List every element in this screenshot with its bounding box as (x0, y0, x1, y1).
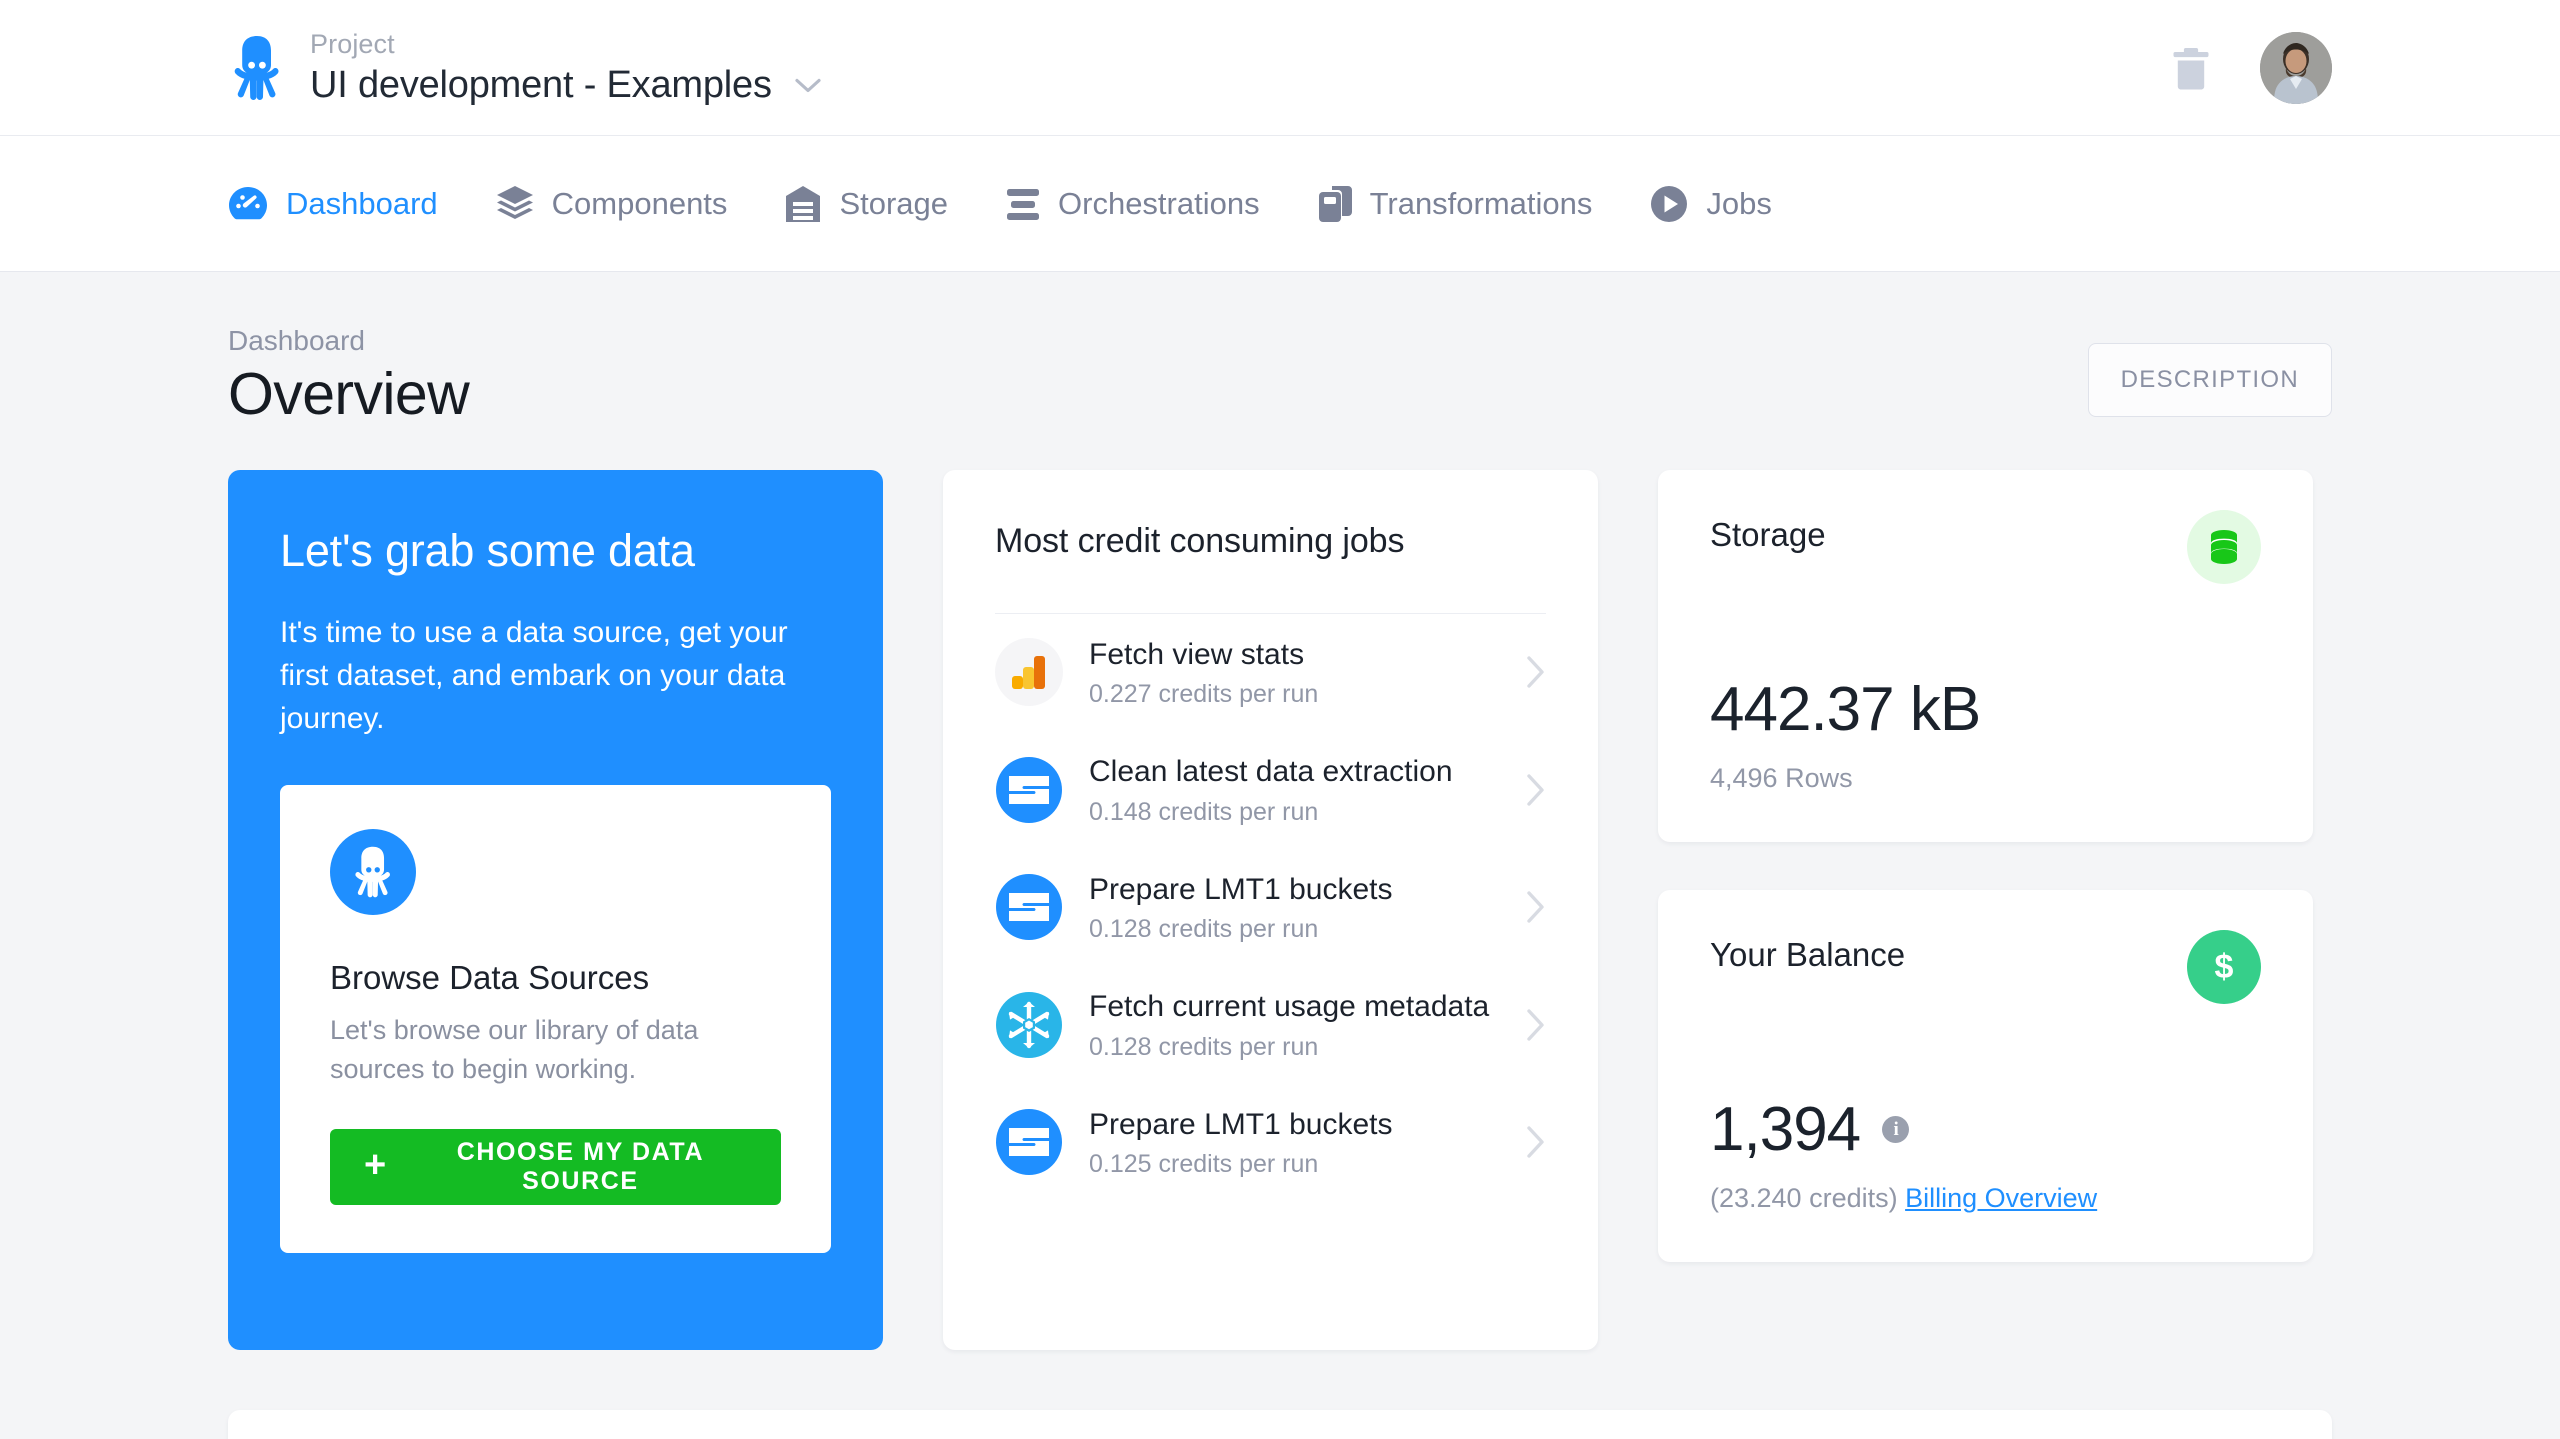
plus-icon: + (364, 1144, 388, 1187)
job-credits: 0.148 credits per run (1089, 797, 1319, 826)
nav-label-jobs: Jobs (1706, 185, 1772, 221)
storage-rows: 4,496 Rows (1710, 762, 1853, 793)
job-row[interactable]: Prepare LMT1 buckets 0.125 credits per r… (995, 1084, 1546, 1202)
balance-label: Your Balance (1710, 935, 1906, 973)
description-button[interactable]: DESCRIPTION (2087, 343, 2332, 417)
top-bar: Project UI development - Examples (0, 0, 2560, 136)
browse-title: Browse Data Sources (330, 958, 650, 996)
chevron-right-icon[interactable] (1526, 1125, 1546, 1159)
choose-my-data-source-button[interactable]: + CHOOSE MY DATA SOURCE (330, 1129, 781, 1206)
svg-text:$: $ (2215, 948, 2234, 986)
job-name: Prepare LMT1 buckets (1089, 872, 1393, 906)
gauge-icon (228, 186, 268, 222)
layers-icon (496, 185, 534, 223)
list-icon (1006, 187, 1040, 221)
warehouse-icon (785, 185, 821, 223)
billing-overview-link[interactable]: Billing Overview (1905, 1183, 2097, 1213)
storage-value: 442.37 kB (1710, 674, 1981, 744)
balance-credits: (23.240 credits) (1710, 1182, 1898, 1213)
nav-label-dashboard: Dashboard (286, 185, 438, 221)
breadcrumb: Dashboard (228, 325, 365, 356)
nav-item-transformations[interactable]: Transformations (1318, 185, 1593, 223)
project-kicker: Project (310, 28, 395, 59)
dashboard-grid: Let's grab some data It's time to use a … (228, 469, 2332, 1350)
job-name: Clean latest data extraction (1089, 755, 1453, 789)
bottom-card-peek (228, 1409, 2332, 1439)
google-analytics-icon (995, 638, 1063, 707)
trash-icon[interactable] (2172, 46, 2210, 90)
nav-label-transformations: Transformations (1369, 185, 1593, 221)
nav-item-jobs[interactable]: Jobs (1650, 185, 1772, 223)
play-circle-icon (1650, 185, 1688, 223)
job-row[interactable]: Clean latest data extraction 0.148 credi… (995, 731, 1546, 849)
page-header: Dashboard Overview DESCRIPTION (228, 272, 2332, 427)
job-name: Fetch view stats (1089, 637, 1305, 671)
page-content: Dashboard Overview DESCRIPTION Let's gra… (0, 272, 2560, 1439)
job-name: Fetch current usage metadata (1089, 990, 1490, 1024)
chevron-right-icon[interactable] (1526, 1008, 1546, 1042)
chevron-down-icon[interactable] (794, 77, 822, 94)
nav-item-storage[interactable]: Storage (785, 185, 948, 223)
nav-item-dashboard[interactable]: Dashboard (228, 186, 438, 222)
info-icon[interactable]: i (1882, 1116, 1910, 1144)
jobs-card-title: Most credit consuming jobs (995, 521, 1405, 560)
balance-sub: (23.240 credits) Billing Overview (1710, 1183, 2261, 1214)
keboola-transformation-icon (995, 873, 1063, 941)
promo-card: Let's grab some data It's time to use a … (228, 469, 883, 1350)
page-title: Overview (228, 361, 470, 427)
snowflake-icon (995, 991, 1063, 1059)
choose-my-data-source-label: CHOOSE MY DATA SOURCE (456, 1138, 705, 1196)
job-row[interactable]: Prepare LMT1 buckets 0.128 credits per r… (995, 849, 1546, 967)
dollar-icon: $ (2187, 929, 2261, 1004)
promo-heading: Let's grab some data (280, 524, 695, 576)
chevron-right-icon[interactable] (1526, 890, 1546, 924)
browse-subtitle: Let's browse our library of data sources… (330, 1014, 699, 1085)
nav-item-orchestrations[interactable]: Orchestrations (1006, 186, 1260, 222)
balance-value: 1,394 (1710, 1094, 1861, 1164)
nav-item-components[interactable]: Components (496, 185, 728, 223)
job-row[interactable]: Fetch current usage metadata 0.128 credi… (995, 966, 1546, 1084)
chevron-right-icon[interactable] (1526, 773, 1546, 807)
keboola-transformation-icon (995, 756, 1063, 824)
nav-label-components: Components (551, 185, 728, 221)
keboola-transformation-icon (995, 1108, 1063, 1176)
job-credits: 0.128 credits per run (1089, 1032, 1319, 1061)
nav-label-orchestrations: Orchestrations (1058, 185, 1260, 221)
job-name: Prepare LMT1 buckets (1089, 1107, 1393, 1141)
job-credits: 0.128 credits per run (1089, 915, 1319, 944)
most-credit-consuming-jobs-card: Most credit consuming jobs Fetch view st… (943, 469, 1598, 1350)
job-credits: 0.227 credits per run (1089, 680, 1319, 709)
keboola-octopus-icon (330, 828, 416, 915)
promo-body: It's time to use a data source, get your… (280, 616, 788, 735)
transformations-icon (1318, 185, 1352, 223)
avatar[interactable] (2260, 32, 2332, 104)
storage-card[interactable]: Storage 442.37 kB 4,496 Rows (1658, 469, 2313, 842)
storage-label: Storage (1710, 515, 1826, 553)
nav-label-storage: Storage (839, 185, 949, 221)
chevron-right-icon[interactable] (1526, 655, 1546, 689)
job-row[interactable]: Fetch view stats 0.227 credits per run (995, 614, 1546, 732)
main-nav: Dashboard Components Storage Orchestrati… (0, 136, 2560, 272)
database-icon (2187, 509, 2261, 584)
keboola-octopus-logo (228, 35, 286, 101)
balance-card[interactable]: Your Balance $ 1,394 i (23.240 credits) … (1658, 889, 2313, 1262)
balance-value-row: 1,394 i (1710, 1094, 2261, 1164)
project-switcher[interactable]: Project UI development - Examples (228, 29, 822, 107)
top-bar-actions (2172, 0, 2332, 136)
project-title: UI development - Examples (310, 63, 772, 106)
browse-data-sources-card[interactable]: Browse Data Sources Let's browse our lib… (280, 784, 831, 1254)
job-credits: 0.125 credits per run (1089, 1150, 1319, 1179)
